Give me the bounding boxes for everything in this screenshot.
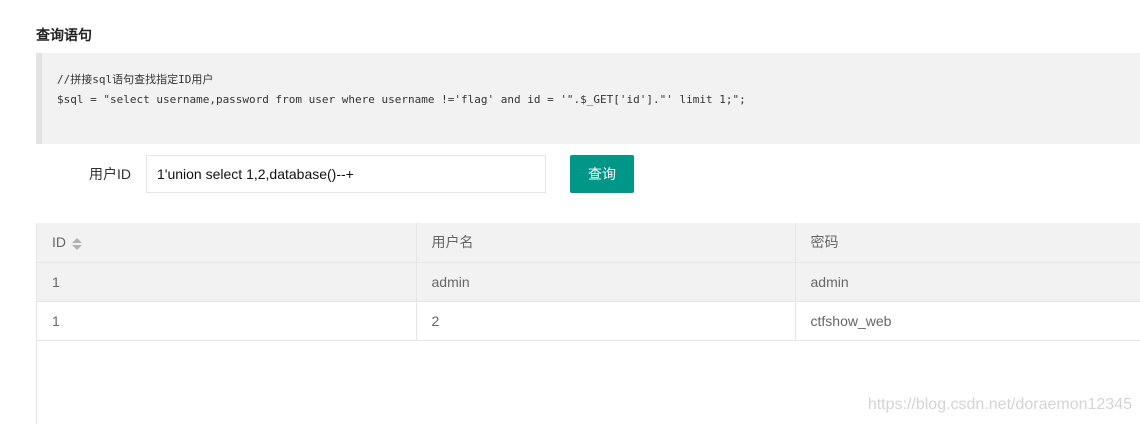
query-form: 用户ID 查询	[36, 155, 736, 193]
header-id[interactable]: ID	[37, 223, 417, 263]
header-username: 用户名	[416, 223, 796, 263]
table-header-row: ID 用户名 密码	[37, 223, 1140, 263]
cell-password: admin	[795, 262, 1140, 302]
cell-password: ctfshow_web	[795, 301, 1140, 341]
query-button[interactable]: 查询	[570, 155, 634, 193]
cell-id: 1	[37, 262, 417, 302]
sort-icon[interactable]	[72, 237, 82, 250]
table-row: 1 admin admin	[37, 262, 1140, 302]
code-comment: //拼接sql语句查找指定ID用户	[57, 73, 214, 86]
code-statement: $sql = "select username,password from us…	[57, 93, 746, 106]
header-id-label: ID	[52, 234, 66, 251]
code-block: //拼接sql语句查找指定ID用户 $sql = "select usernam…	[36, 53, 1140, 144]
cell-username: admin	[416, 262, 796, 302]
table-row: 1 2 ctfshow_web	[37, 301, 1140, 341]
header-password: 密码	[795, 223, 1140, 263]
user-id-input[interactable]	[146, 155, 546, 193]
user-id-label: 用户ID	[89, 166, 131, 182]
watermark: https://blog.csdn.net/doraemon12345	[867, 396, 1132, 413]
cell-username: 2	[416, 301, 796, 341]
result-table: ID 用户名 密码 1 admin admin 1 2 ctfshow_web	[37, 223, 1140, 341]
page: 查询语句 //拼接sql语句查找指定ID用户 $sql = "select us…	[0, 0, 1140, 424]
section-title: 查询语句	[36, 27, 92, 43]
result-table-container: ID 用户名 密码 1 admin admin 1 2 ctfshow_web	[36, 223, 1140, 424]
cell-id: 1	[37, 301, 417, 341]
